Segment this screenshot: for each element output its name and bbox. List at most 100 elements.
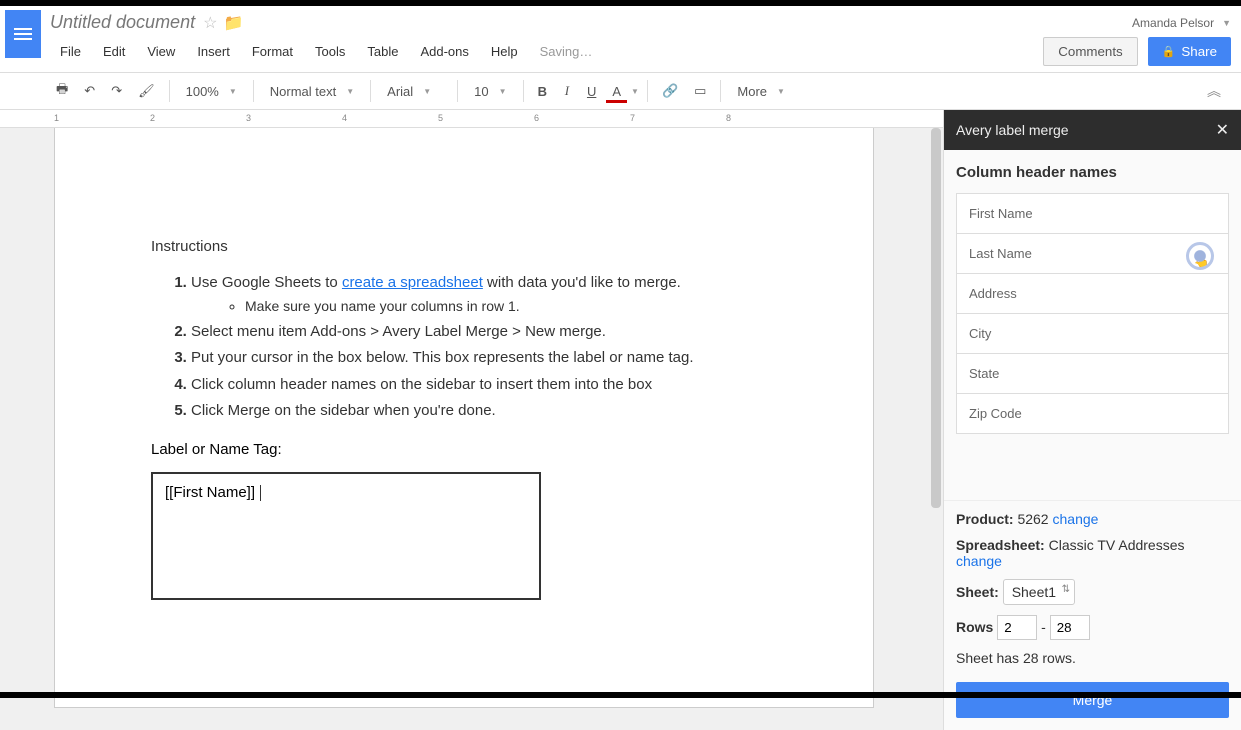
document-page[interactable]: Instructions Use Google Sheets to create… <box>54 128 874 708</box>
instruction-item: Select menu item Add-ons > Avery Label M… <box>191 322 777 342</box>
font-select[interactable]: Arial▼ <box>379 80 449 103</box>
paint-format-icon[interactable]: 🖌 <box>132 79 161 103</box>
user-chevron-icon[interactable]: ▼ <box>1222 18 1231 28</box>
star-icon[interactable]: ☆ <box>203 13 217 33</box>
undo-icon[interactable]: ↶ <box>78 79 101 103</box>
redo-icon[interactable]: ↷ <box>105 79 128 103</box>
menu-table[interactable]: Table <box>357 40 408 63</box>
zoom-select[interactable]: 100%▼ <box>178 80 245 103</box>
toolbar-separator <box>370 80 371 102</box>
chevron-down-icon[interactable]: ▼ <box>631 87 639 96</box>
sheet-label: Sheet: <box>956 584 999 600</box>
addon-sidebar: Avery label merge ✕ Column header names … <box>943 110 1241 730</box>
comment-icon[interactable]: ▭ <box>688 79 712 103</box>
text-color-button[interactable]: A <box>606 80 627 103</box>
user-name[interactable]: Amanda Pelsor <box>1132 16 1214 30</box>
chevron-down-icon: ▼ <box>423 87 431 96</box>
toolbar-separator <box>253 80 254 102</box>
ruler-tick: 4 <box>342 113 347 123</box>
menu-bar: File Edit View Insert Format Tools Table… <box>0 35 1241 72</box>
menu-view[interactable]: View <box>137 40 185 63</box>
ruler-tick: 2 <box>150 113 155 123</box>
toolbar-separator <box>457 80 458 102</box>
title-bar: Untitled document ☆ 📁 Amanda Pelsor ▼ <box>0 6 1241 35</box>
label-box[interactable]: [[First Name]] <box>151 472 541 600</box>
merge-button[interactable]: Merge <box>956 682 1229 718</box>
chevron-down-icon: ▼ <box>346 87 354 96</box>
toolbar-separator <box>523 80 524 102</box>
menu-file[interactable]: File <box>50 40 91 63</box>
label-box-content: [[First Name]] <box>165 484 255 501</box>
chevron-down-icon: ▼ <box>229 87 237 96</box>
change-product-link[interactable]: change <box>1053 511 1099 527</box>
chevron-down-icon: ▼ <box>499 87 507 96</box>
change-spreadsheet-link[interactable]: change <box>956 553 1002 569</box>
document-title[interactable]: Untitled document <box>50 12 195 33</box>
column-item-first-name[interactable]: First Name <box>956 193 1229 234</box>
toolbar-separator <box>169 80 170 102</box>
rows-row: Rows - <box>956 615 1229 640</box>
ruler-tick: 8 <box>726 113 731 123</box>
column-item-city[interactable]: City <box>956 313 1229 354</box>
paragraph-style-select[interactable]: Normal text▼ <box>262 80 362 103</box>
ruler-tick: 6 <box>534 113 539 123</box>
ruler[interactable]: 1 2 3 4 5 6 7 8 <box>0 110 943 128</box>
cursor-pointer-icon: 👆 <box>1194 254 1210 270</box>
sidebar-body: Column header names First Name Last Name… <box>944 150 1241 500</box>
docs-logo[interactable] <box>5 10 41 58</box>
toolbar-separator <box>720 80 721 102</box>
create-spreadsheet-link[interactable]: create a spreadsheet <box>342 274 483 291</box>
underline-button[interactable]: U <box>581 80 602 103</box>
toolbar: 🖶 ↶ ↷ 🖌 100%▼ Normal text▼ Arial▼ 10▼ B … <box>0 72 1241 110</box>
instruction-subitem: Make sure you name your columns in row 1… <box>245 297 777 316</box>
menu-tools[interactable]: Tools <box>305 40 355 63</box>
ruler-tick: 1 <box>54 113 59 123</box>
comments-button[interactable]: Comments <box>1043 37 1137 66</box>
print-icon[interactable]: 🖶 <box>50 76 74 106</box>
column-header-heading: Column header names <box>956 164 1229 181</box>
instruction-item: Put your cursor in the box below. This b… <box>191 348 777 368</box>
saving-status: Saving… <box>530 40 603 63</box>
font-size-select[interactable]: 10▼ <box>466 80 514 103</box>
column-item-address[interactable]: Address <box>956 273 1229 314</box>
scrollbar-thumb[interactable] <box>931 128 941 508</box>
menu-help[interactable]: Help <box>481 40 528 63</box>
rows-label: Rows <box>956 619 993 635</box>
product-label: Product: <box>956 511 1014 527</box>
menu-format[interactable]: Format <box>242 40 303 63</box>
product-value: 5262 <box>1017 511 1048 527</box>
more-toolbar-button[interactable]: More▼ <box>729 80 793 103</box>
italic-button[interactable]: I <box>557 79 577 103</box>
menu-edit[interactable]: Edit <box>93 40 135 63</box>
text-cursor <box>260 485 261 501</box>
ruler-tick: 3 <box>246 113 251 123</box>
rows-info: Sheet has 28 rows. <box>956 650 1229 666</box>
column-item-last-name[interactable]: Last Name 👆 <box>956 233 1229 274</box>
close-icon[interactable]: ✕ <box>1216 120 1229 140</box>
toolbar-separator <box>647 80 648 102</box>
menu-addons[interactable]: Add-ons <box>410 40 478 63</box>
workspace: 1 2 3 4 5 6 7 8 Instructions Use Google … <box>0 110 1241 730</box>
instruction-item: Click column header names on the sidebar… <box>191 375 777 395</box>
folder-icon[interactable]: 📁 <box>223 13 243 33</box>
chevron-down-icon: ▼ <box>777 87 785 96</box>
sidebar-title: Avery label merge <box>956 122 1069 138</box>
label-heading: Label or Name Tag: <box>151 441 777 458</box>
rows-dash: - <box>1041 619 1046 635</box>
lock-icon: 🔒 <box>1162 45 1176 58</box>
collapse-toolbar-icon[interactable]: ︽ <box>1207 81 1221 101</box>
spreadsheet-value: Classic TV Addresses <box>1049 537 1185 553</box>
column-item-zip[interactable]: Zip Code <box>956 393 1229 434</box>
rows-to-input[interactable] <box>1050 615 1090 640</box>
sheet-select[interactable]: Sheet1 <box>1003 579 1075 605</box>
link-icon[interactable]: 🔗 <box>656 79 684 103</box>
ruler-tick: 5 <box>438 113 443 123</box>
rows-from-input[interactable] <box>997 615 1037 640</box>
instruction-item: Click Merge on the sidebar when you're d… <box>191 401 777 421</box>
bold-button[interactable]: B <box>532 80 553 103</box>
ruler-tick: 7 <box>630 113 635 123</box>
column-item-state[interactable]: State <box>956 353 1229 394</box>
menu-insert[interactable]: Insert <box>187 40 240 63</box>
share-button[interactable]: 🔒 Share <box>1148 37 1231 66</box>
spreadsheet-row: Spreadsheet: Classic TV Addresses change <box>956 537 1229 569</box>
